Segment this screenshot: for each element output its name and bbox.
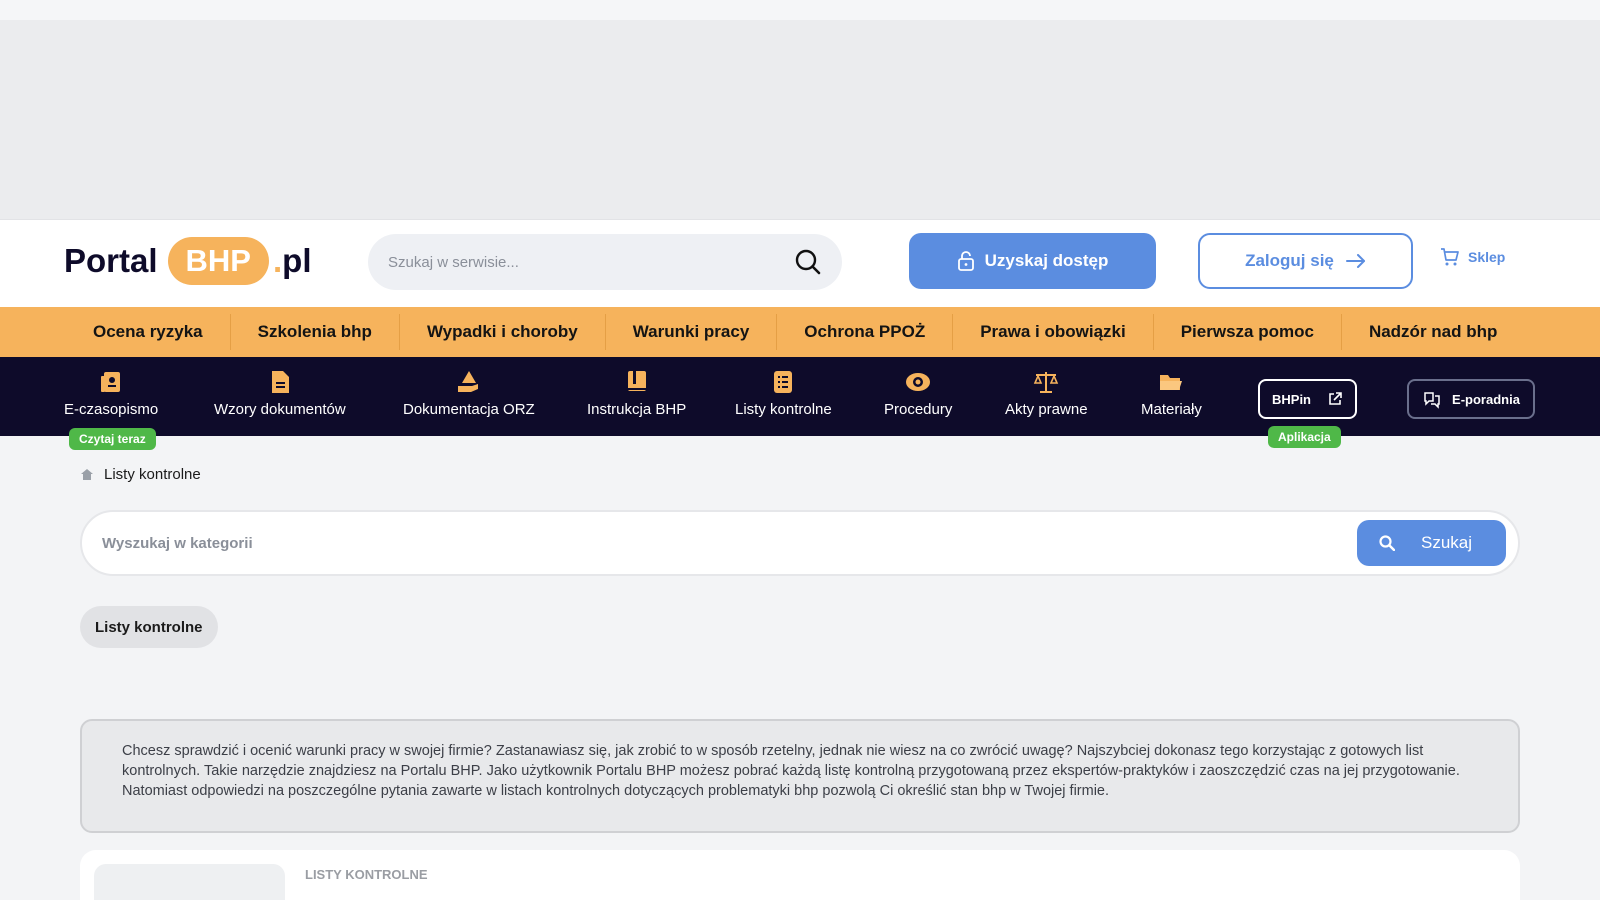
top-strip [0,0,1600,20]
get-access-label: Uzyskaj dostęp [984,251,1109,270]
nav2-item-instruction[interactable]: Instrukcja BHP [587,369,686,418]
login-button[interactable]: Zaloguj się [1198,233,1413,289]
category-search-input[interactable] [102,534,1357,552]
read-now-badge[interactable]: Czytaj teraz [69,428,156,450]
nav2-label: Materiały [1141,401,1202,418]
nav2-item-legal-acts[interactable]: Akty prawne [1005,369,1088,418]
nav2-label: Wzory dokumentów [214,401,346,418]
site-search-input[interactable] [388,253,794,271]
nav2-label: Procedury [884,401,953,418]
intro-box: Chcesz sprawdzić i ocenić warunki pracy … [80,719,1520,833]
nav-item-accidents[interactable]: Wypadki i choroby [400,314,606,350]
nav-item-work-conditions[interactable]: Warunki pracy [606,314,778,350]
nav2-item-procedures[interactable]: Procedury [884,369,952,418]
logo[interactable]: Portal BHP . pl [64,234,311,288]
category-search-button[interactable]: Szukaj [1357,520,1506,566]
app-badge: Aplikacja [1268,426,1341,448]
nav2-label: Listy kontrolne [735,401,832,418]
lock-icon [957,251,974,271]
external-link-icon [1329,392,1342,405]
nav2-label: Instrukcja BHP [587,401,687,418]
eporadnia-label: E-poradnia [1452,391,1520,407]
folder-icon [1160,375,1183,390]
nav-item-supervision[interactable]: Nadzór nad bhp [1342,314,1524,350]
chat-icon [1424,392,1440,409]
login-label: Zaloguj się [1245,251,1334,270]
nav2-item-checklists[interactable]: Listy kontrolne [735,369,832,418]
logo-word: Portal [64,242,158,279]
logo-tld: pl [282,242,312,279]
article-thumbnail [94,864,285,900]
nav-item-fire-protection[interactable]: Ochrona PPOŻ [777,314,954,350]
site-search [368,234,842,290]
shop-label: Sklep [1468,249,1506,265]
nav-item-training[interactable]: Szkolenia bhp [231,314,400,350]
nav2-item-magazine[interactable]: E-czasopismo [64,369,158,418]
bhpin-button[interactable]: BHPin [1258,379,1357,419]
magazine-icon [101,372,121,392]
shop-link[interactable]: Sklep [1440,248,1505,266]
hand-icon [457,371,478,392]
category-search-label: Szukaj [1421,533,1473,552]
scales-icon [1034,372,1059,393]
ad-placeholder [0,20,1600,220]
bhpin-label: BHPin [1272,391,1311,407]
nav2-label: Akty prawne [1005,401,1088,418]
document-icon [271,371,289,393]
site-header: Portal BHP . pl Uzyskaj dostęp Zaloguj s… [0,220,1600,307]
get-access-button[interactable]: Uzyskaj dostęp [909,233,1156,289]
eye-icon [906,373,931,391]
book-icon [627,371,646,391]
arrow-right-icon [1345,254,1365,268]
nav2-label: E-czasopismo [64,401,159,418]
eporadnia-button[interactable]: E-poradnia [1407,379,1535,419]
cart-icon [1441,248,1459,266]
category-tag[interactable]: Listy kontrolne [80,606,218,648]
nav-item-first-aid[interactable]: Pierwsza pomoc [1154,314,1342,350]
category-search: Szukaj [80,510,1520,576]
logo-dot: . [272,242,283,279]
search-icon[interactable] [794,248,822,276]
checklist-icon [774,371,793,393]
logo-pill: BHP [167,237,269,285]
nav2-label: Dokumentacja ORZ [403,401,535,418]
article-card[interactable]: LISTY KONTROLNE [80,850,1520,900]
nav2-item-orz[interactable]: Dokumentacja ORZ [403,369,535,418]
main-nav: Ocena ryzyka Szkolenia bhp Wypadki i cho… [0,307,1600,357]
nav2-item-templates[interactable]: Wzory dokumentów [214,369,346,418]
article-category: LISTY KONTROLNE [305,867,428,882]
home-icon[interactable] [80,468,94,481]
nav2-item-materials[interactable]: Materiały [1141,369,1202,418]
search-icon [1379,535,1395,551]
nav-item-risk-assessment[interactable]: Ocena ryzyka [66,314,231,350]
breadcrumb-current: Listy kontrolne [104,466,201,483]
breadcrumb: Listy kontrolne [80,466,201,483]
nav-item-rights[interactable]: Prawa i obowiązki [953,314,1154,350]
secondary-nav: E-czasopismo Wzory dokumentów Dokumentac… [0,357,1600,436]
